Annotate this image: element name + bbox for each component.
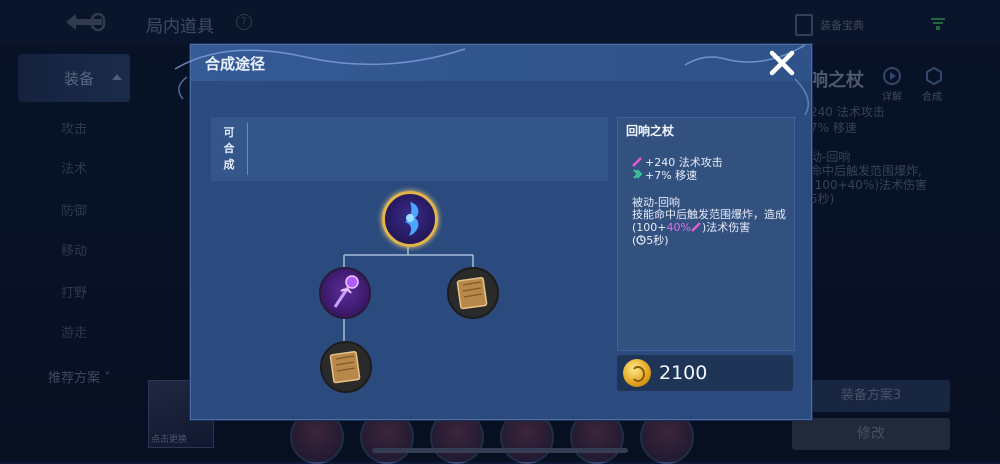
item-info-panel: 回响之杖 +240 法术攻击 +7% 移速 被动-回响 技能命中后触发范围爆炸，… bbox=[617, 117, 795, 351]
move-speed-icon bbox=[633, 169, 643, 179]
compose-path-modal: 合成途径 可 合 成 回响之杖 +240 法术攻击 +7% 移速 被动-回响 技… bbox=[174, 44, 812, 420]
passive-description: 技能命中后触发范围爆炸，造成(100+40%)法术伤害 (5秒) bbox=[632, 208, 786, 247]
gold-coin-icon bbox=[623, 359, 651, 387]
stat-move-speed: +7% 移速 bbox=[632, 167, 697, 183]
item-name: 回响之杖 bbox=[626, 124, 675, 138]
price-box: 2100 bbox=[617, 355, 793, 391]
spellbook-icon[interactable] bbox=[320, 341, 372, 393]
echo-staff-icon[interactable] bbox=[382, 191, 438, 247]
close-icon[interactable] bbox=[765, 47, 799, 79]
cooldown-icon bbox=[636, 235, 646, 245]
arcane-staff-icon[interactable] bbox=[319, 267, 371, 319]
spellbook-icon[interactable] bbox=[447, 267, 499, 319]
magic-attack-icon bbox=[632, 157, 642, 167]
price-value: 2100 bbox=[659, 362, 708, 384]
magic-attack-icon bbox=[691, 222, 701, 232]
